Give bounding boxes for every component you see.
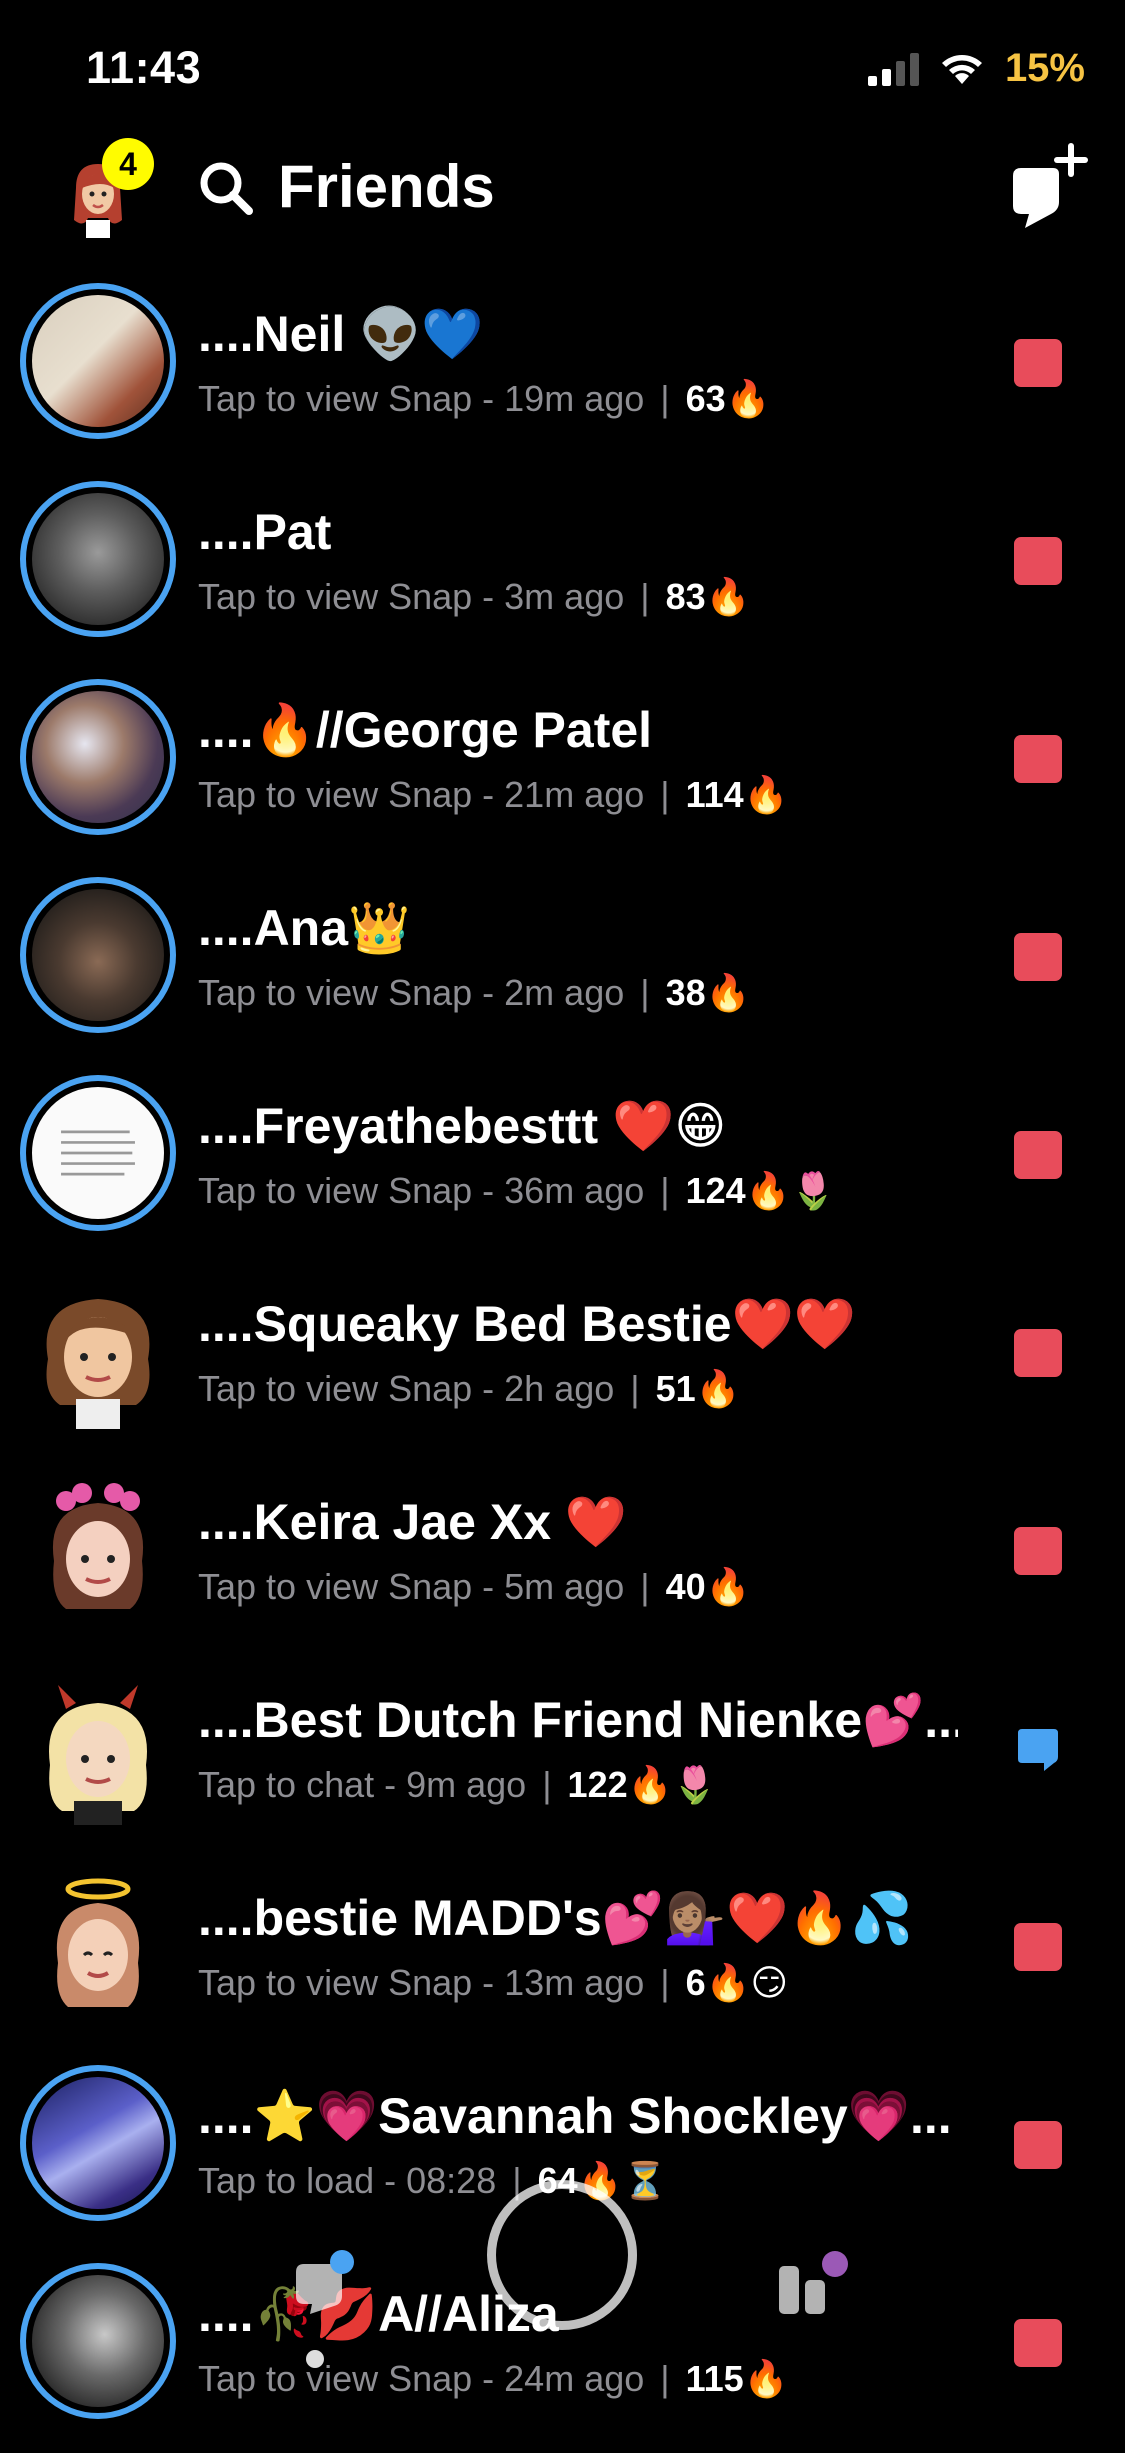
streak-count: 122🔥🌷 bbox=[567, 1764, 718, 1805]
status-time: 11:43 bbox=[86, 42, 202, 93]
discover-nav-icon[interactable] bbox=[775, 2250, 855, 2320]
list-item[interactable]: ....Freyathebesttt ❤️😁 Tap to view Snap … bbox=[0, 1067, 1125, 1265]
streak-count: 114🔥 bbox=[685, 774, 789, 815]
friend-status: Tap to view Snap - 2h ago bbox=[198, 1368, 615, 1409]
new-snap-icon bbox=[1014, 1131, 1062, 1179]
new-snap-icon bbox=[1014, 735, 1062, 783]
list-item[interactable]: ....Best Dutch Friend Nienke💕... Tap to … bbox=[0, 1661, 1125, 1859]
friend-status-line: Tap to chat - 9m ago | 122🔥🌷 bbox=[198, 1764, 718, 1805]
notification-badge: 4 bbox=[102, 138, 154, 190]
streak-count: 83🔥 bbox=[665, 576, 751, 617]
friend-name: ....bestie MADD's💕💁🏽‍♀️❤️🔥💦 bbox=[198, 1890, 913, 1946]
bitmoji-icon bbox=[52, 1483, 144, 1609]
streak-count: 51🔥 bbox=[655, 1368, 741, 1409]
new-snap-icon bbox=[1014, 933, 1062, 981]
new-snap-icon bbox=[1014, 1923, 1062, 1971]
friend-list: ....Neil 👽💙 Tap to view Snap - 19m ago | 6… bbox=[0, 275, 1125, 2453]
streak-count: 6🔥😏 bbox=[685, 1962, 788, 2003]
friend-status-line: Tap to view Snap - 3m ago | 83🔥 bbox=[198, 576, 751, 617]
list-item[interactable]: ....Squeaky Bed Bestie❤️❤️ Tap to view S… bbox=[0, 1265, 1125, 1463]
friend-status: Tap to chat - 9m ago bbox=[198, 1764, 527, 1805]
friend-name: ....Neil 👽💙 bbox=[198, 306, 484, 362]
friend-status: Tap to view Snap - 13m ago bbox=[198, 1962, 645, 2003]
status-indicators: 15% bbox=[867, 46, 1085, 91]
status-bar: 11:43 15% bbox=[0, 0, 1125, 140]
new-chat-message-icon bbox=[1018, 1729, 1058, 1771]
friend-status-line: Tap to view Snap - 2m ago | 38🔥 bbox=[198, 972, 751, 1013]
friend-status: Tap to view Snap - 2m ago bbox=[198, 972, 625, 1013]
list-item[interactable]: ....Neil 👽💙 Tap to view Snap - 19m ago | 6… bbox=[0, 275, 1125, 473]
friend-status-line: Tap to view Snap - 19m ago | 63🔥 bbox=[198, 378, 771, 419]
story-ring-avatar[interactable] bbox=[20, 283, 176, 439]
chat-nav-icon[interactable] bbox=[290, 2250, 360, 2320]
list-item[interactable]: ....Pat Tap to view Snap - 3m ago | 83🔥 bbox=[0, 473, 1125, 671]
bottom-navigation bbox=[0, 2180, 1125, 2430]
friend-name: ....Best Dutch Friend Nienke💕... bbox=[198, 1692, 958, 1748]
bitmoji-avatar[interactable] bbox=[20, 1867, 176, 2023]
friend-name: ....🔥//George Patel bbox=[198, 702, 653, 758]
battery-percentage: 15% bbox=[1004, 46, 1085, 90]
streak-count: 40🔥 bbox=[665, 1566, 751, 1607]
list-item[interactable]: ....bestie MADD's💕💁🏽‍♀️❤️🔥💦 Tap to view … bbox=[0, 1859, 1125, 2057]
page-title: Friends bbox=[278, 153, 495, 220]
story-ring-avatar[interactable] bbox=[20, 679, 176, 835]
friend-status: Tap to view Snap - 21m ago bbox=[198, 774, 645, 815]
text-snap-thumbnail bbox=[61, 1130, 135, 1176]
list-item[interactable]: ....Keira Jae Xx ❤️ Tap to view Snap - 5… bbox=[0, 1463, 1125, 1661]
capture-button[interactable] bbox=[487, 2180, 637, 2330]
friend-status-line: Tap to view Snap - 13m ago | 6🔥😏 bbox=[198, 1962, 788, 2003]
friend-name: ....Freyathebesttt ❤️😁 bbox=[198, 1098, 727, 1154]
friend-name: ....⭐💗Savannah Shockley💗... bbox=[198, 2088, 952, 2144]
bitmoji-avatar[interactable] bbox=[20, 1669, 176, 1825]
story-ring-avatar[interactable] bbox=[20, 877, 176, 1033]
search-icon[interactable] bbox=[196, 158, 256, 218]
new-chat-icon[interactable] bbox=[1001, 140, 1091, 230]
bitmoji-avatar[interactable] bbox=[20, 1273, 176, 1429]
friend-status-line: Tap to view Snap - 5m ago | 40🔥 bbox=[198, 1566, 751, 1607]
new-snap-icon bbox=[1014, 2121, 1062, 2169]
story-ring-avatar[interactable] bbox=[20, 1075, 176, 1231]
friend-status: Tap to view Snap - 5m ago bbox=[198, 1566, 625, 1607]
list-item[interactable]: ....🔥//George Patel Tap to view Snap - 2… bbox=[0, 671, 1125, 869]
bitmoji-icon bbox=[49, 1685, 147, 1825]
bitmoji-icon bbox=[46, 1299, 150, 1429]
new-snap-icon bbox=[1014, 537, 1062, 585]
friend-status-line: Tap to view Snap - 21m ago | 114🔥 bbox=[198, 774, 789, 815]
signal-icon bbox=[867, 52, 919, 86]
friend-name: ....Squeaky Bed Bestie❤️❤️ bbox=[198, 1296, 857, 1352]
story-ring-avatar[interactable] bbox=[20, 481, 176, 637]
new-snap-icon bbox=[1014, 339, 1062, 387]
streak-count: 38🔥 bbox=[665, 972, 751, 1013]
streak-count: 124🔥🌷 bbox=[685, 1170, 836, 1211]
friend-status-line: Tap to view Snap - 36m ago | 124🔥🌷 bbox=[198, 1170, 836, 1211]
new-snap-icon bbox=[1014, 1329, 1062, 1377]
friend-status: Tap to view Snap - 3m ago bbox=[198, 576, 625, 617]
friend-status-line: Tap to view Snap - 2h ago | 51🔥 bbox=[198, 1368, 741, 1409]
friend-status: Tap to view Snap - 36m ago bbox=[198, 1170, 645, 1211]
streak-count: 63🔥 bbox=[685, 378, 771, 419]
profile-avatar[interactable]: 4 bbox=[58, 138, 154, 248]
friend-status: Tap to view Snap - 19m ago bbox=[198, 378, 645, 419]
page-indicator-dot bbox=[306, 2350, 324, 2368]
bitmoji-icon bbox=[56, 1878, 140, 2007]
friend-name: ....Pat bbox=[198, 504, 332, 560]
header: 4 Friends bbox=[0, 130, 1125, 250]
wifi-icon bbox=[941, 54, 982, 84]
friend-name: ....Keira Jae Xx ❤️ bbox=[198, 1494, 628, 1550]
new-snap-icon bbox=[1014, 1527, 1062, 1575]
bitmoji-avatar[interactable] bbox=[20, 1471, 176, 1627]
friend-name: ....Ana👑 bbox=[198, 900, 411, 956]
list-item[interactable]: ....Ana👑 Tap to view Snap - 2m ago | 38🔥 bbox=[0, 869, 1125, 1067]
